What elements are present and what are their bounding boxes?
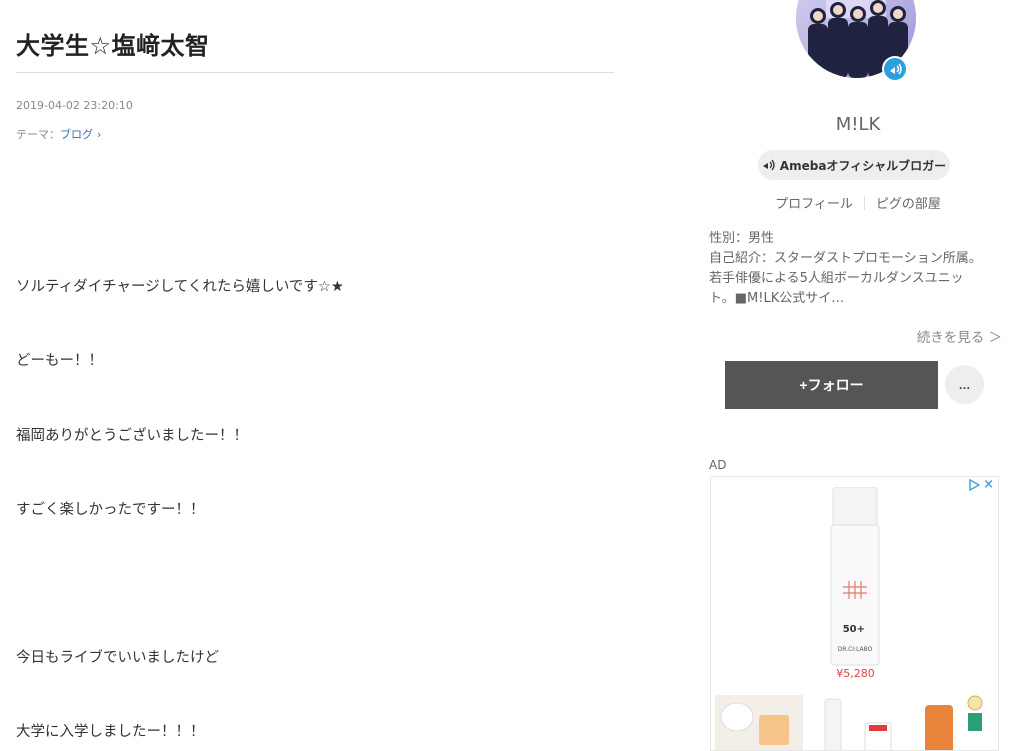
profile-links: プロフィール ピグの部屋: [708, 193, 1008, 212]
bio-line: 若手俳優による5人組ボーカルダンスユニッ: [709, 271, 964, 286]
bio-line: 性別：男性: [709, 231, 775, 246]
theme-link[interactable]: ブログ: [60, 128, 93, 141]
more-options-button[interactable]: …: [945, 365, 984, 404]
brand-text: DR.CI:LABO: [838, 646, 873, 653]
theme-label: テーマ：: [16, 128, 60, 141]
article-line: ソルティダイチャージしてくれたら嬉しいです☆★: [16, 279, 344, 295]
profile-bio: 性別：男性 自己紹介：スターダストプロモーション所属。 若手俳優による5人組ボー…: [709, 229, 1005, 309]
article-line: 大学に入学しましたー！！！: [16, 724, 205, 740]
product-row-image: [715, 695, 983, 750]
read-more-link[interactable]: 続きを見る ＞: [917, 326, 1002, 346]
official-badge-icon: [882, 56, 908, 82]
profile-link[interactable]: プロフィール: [775, 193, 853, 212]
article-title: 大学生☆塩﨑太智: [16, 32, 210, 60]
close-icon[interactable]: ×: [983, 478, 994, 491]
adchoices-icon[interactable]: [968, 479, 981, 491]
official-blogger-label: Amebaオフィシャルブロガー: [779, 158, 947, 173]
bio-line: ト。■M!LK公式サイ…: [709, 291, 845, 306]
article-line: すごく楽しかったですー！！: [16, 502, 205, 518]
official-blogger-badge[interactable]: Amebaオフィシャルブロガー: [758, 150, 950, 180]
article-line: 福岡ありがとうございましたー！！: [16, 428, 248, 444]
article-date: 2019-04-02 23:20:10: [16, 99, 133, 112]
article-column: 大学生☆塩﨑太智 2019-04-02 23:20:10 テーマ：ブログ › ソル…: [16, 0, 614, 751]
follow-button[interactable]: +フォロー: [725, 361, 938, 409]
profile-sidebar: M!LK Amebaオフィシャルブロガー プロフィール ピグの部屋 性別：男性 …: [708, 0, 1008, 751]
advertisement[interactable]: × 50+ DR.CI:LABO ¥5,280: [710, 476, 999, 751]
ad-label: AD: [709, 458, 727, 472]
ad-price: ¥5,280: [836, 667, 875, 680]
pigg-room-link[interactable]: ピグの部屋: [876, 193, 941, 212]
megaphone-icon: [762, 159, 775, 171]
title-divider: [16, 72, 614, 73]
ad-controls: ×: [968, 478, 994, 491]
article-line: 今日もライブでいいましたけど: [16, 650, 219, 666]
profile-name[interactable]: M!LK: [708, 114, 1008, 135]
article-line: どーもー！！: [16, 353, 103, 369]
article-theme: テーマ：ブログ ›: [16, 126, 101, 142]
spf-text: 50+: [843, 624, 865, 635]
bio-line: 自己紹介：スターダストプロモーション所属。: [709, 251, 982, 266]
chevron-right-icon: ›: [97, 128, 102, 141]
product-bottle-image: 50+ DR.CI:LABO: [830, 487, 880, 666]
avatar[interactable]: [796, 0, 916, 90]
link-divider: [863, 195, 865, 210]
